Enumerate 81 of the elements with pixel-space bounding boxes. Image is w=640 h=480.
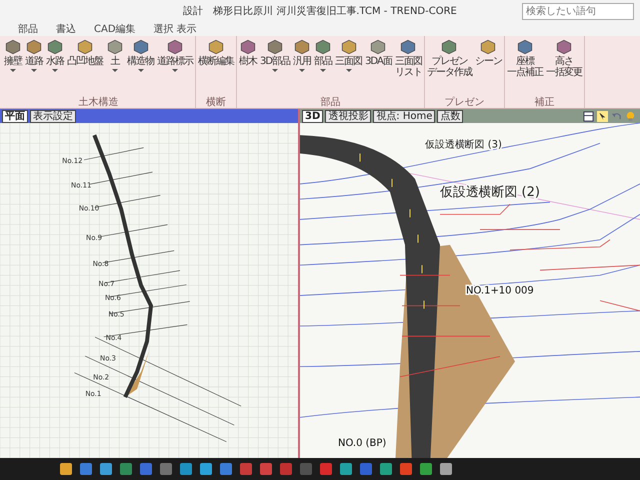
app-icon[interactable]	[120, 463, 132, 475]
ribbon-button[interactable]: 三面図 リスト	[394, 36, 423, 97]
view-tab[interactable]: 3D	[302, 110, 324, 122]
block-icon	[293, 38, 312, 56]
block-icon	[266, 38, 284, 56]
section-label: 仮設透横断図 (2)	[440, 185, 540, 200]
group-label: 横断	[206, 97, 226, 108]
ribbon-button[interactable]: シーン	[474, 36, 503, 97]
block-icon	[554, 38, 573, 56]
section-label: NO.0 (BP)	[338, 438, 386, 449]
view-tab[interactable]: 平面	[2, 110, 28, 122]
app-icon[interactable]	[340, 463, 352, 475]
app-icon[interactable]	[160, 463, 172, 475]
ribbon-button[interactable]: 樹木	[238, 36, 258, 97]
ribbon-button[interactable]: 汎用	[292, 36, 312, 97]
app-icon[interactable]	[240, 463, 252, 475]
block-icon	[239, 38, 257, 56]
app-icon[interactable]	[380, 463, 392, 475]
ribbon-button[interactable]: 3DA面	[364, 36, 393, 97]
menu-tab[interactable]: 書込	[56, 22, 76, 36]
ribbon-button[interactable]: 道路	[24, 36, 44, 97]
block-icon	[25, 38, 43, 56]
block-icon	[369, 38, 388, 56]
menu-tab[interactable]: 部品	[18, 22, 38, 36]
app-icon[interactable]	[60, 463, 72, 475]
group-label: 部品	[320, 97, 340, 108]
cursor-icon[interactable]	[597, 110, 608, 122]
view-tab[interactable]: 透視投影	[325, 110, 372, 122]
app-icon[interactable]	[420, 463, 432, 475]
app-icon[interactable]	[300, 463, 312, 475]
block-icon	[4, 38, 22, 56]
block-icon	[516, 38, 534, 56]
block-icon	[207, 38, 225, 56]
app-icon[interactable]	[220, 463, 232, 475]
app-icon[interactable]	[320, 463, 332, 475]
layout-icon[interactable]	[583, 110, 594, 122]
app-icon[interactable]	[180, 463, 192, 475]
block-icon	[399, 38, 418, 56]
app-icon[interactable]	[360, 463, 372, 475]
ribbon-button[interactable]: 土	[105, 36, 125, 97]
ribbon-button[interactable]: 3D部品	[259, 36, 292, 97]
block-icon	[340, 38, 358, 56]
view-tab[interactable]: 点数	[437, 110, 464, 122]
menu-tab[interactable]: CAD編集	[94, 22, 136, 36]
view-tab[interactable]: 表示設定	[30, 110, 76, 122]
ribbon-button[interactable]: 座標 一点補正	[506, 36, 544, 97]
block-icon	[46, 38, 64, 56]
bulb-icon[interactable]	[625, 110, 636, 122]
block-icon	[76, 38, 94, 56]
block-icon	[166, 38, 184, 56]
app-icon[interactable]	[200, 463, 212, 475]
ribbon-button[interactable]: 三面図	[334, 36, 364, 97]
app-icon[interactable]	[100, 463, 112, 475]
search-field[interactable]: 検索したい語句	[522, 3, 634, 20]
app-icon[interactable]	[140, 463, 152, 475]
ribbon-button[interactable]: 擁壁	[3, 36, 23, 97]
app-icon[interactable]	[80, 463, 92, 475]
ribbon-button[interactable]: 部品	[313, 36, 334, 97]
block-icon	[479, 38, 498, 56]
block-icon	[314, 38, 332, 56]
app-icon[interactable]	[440, 463, 452, 475]
menu-tab[interactable]: 選択 表示	[154, 22, 197, 36]
ribbon-button[interactable]: 凸凹地盤	[66, 36, 104, 97]
block-icon	[132, 38, 150, 56]
block-icon	[440, 38, 458, 56]
group-label: プレゼン	[444, 97, 484, 108]
ribbon-button[interactable]: 高さ 一括変更	[544, 36, 583, 97]
ribbon-button[interactable]: プレゼン データ作成	[426, 36, 473, 97]
ribbon-button[interactable]: 構造物	[126, 36, 155, 97]
view-tab[interactable]: 視点: Home	[373, 110, 436, 122]
section-label: 仮設透横断図 (3)	[425, 139, 502, 150]
ribbon-button[interactable]: 横断編集	[197, 36, 235, 97]
ribbon-button[interactable]: 水路	[45, 36, 65, 97]
app-icon[interactable]	[280, 463, 292, 475]
app-icon[interactable]	[260, 463, 272, 475]
group-label: 補正	[534, 97, 554, 108]
block-icon	[106, 38, 124, 56]
ribbon-button[interactable]: 道路標示	[156, 36, 194, 97]
group-label: 土木構造	[78, 97, 118, 108]
app-icon[interactable]	[400, 463, 412, 475]
window-title: 設計 梯形日比原川 河川災害復旧工事.TCM - TREND-CORE	[183, 4, 457, 18]
